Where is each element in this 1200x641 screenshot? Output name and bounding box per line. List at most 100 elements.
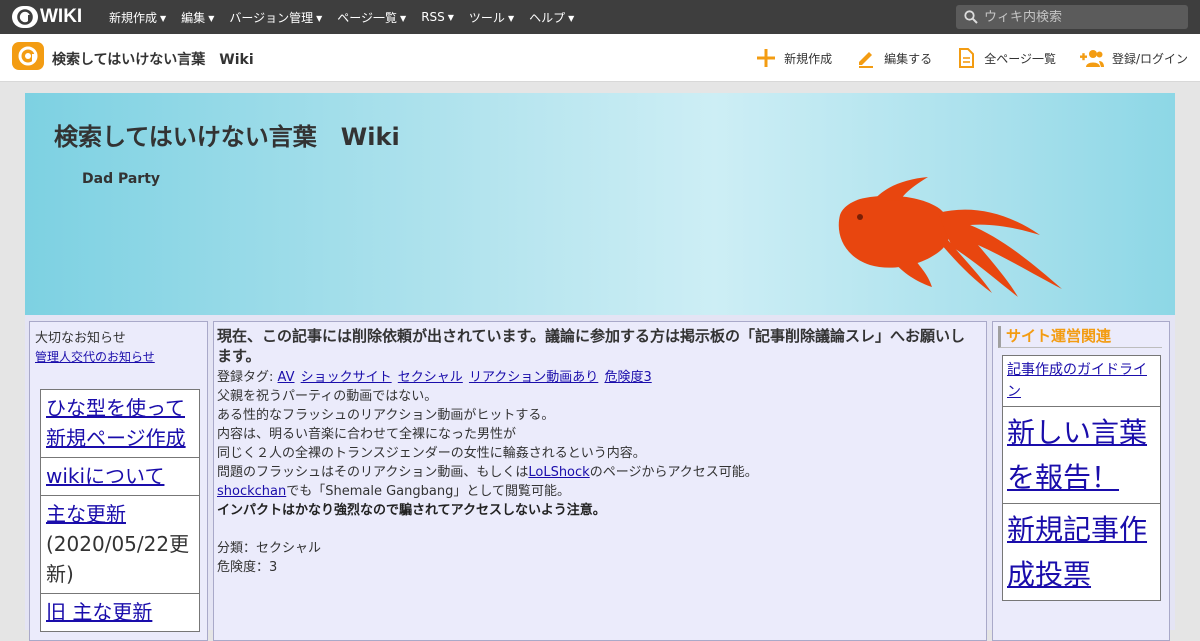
caret-down-icon: ▼ [316, 13, 323, 23]
body-line: shockchanでも「Shemale Gangbang」として閲覧可能。 [217, 482, 986, 501]
left-nav-table: ひな型を使って新規ページ作成 wikiについて 主な更新 (2020/05/22更… [40, 389, 200, 632]
goldfish-illustration [838, 177, 1062, 297]
content-area: 大切なお知らせ 管理人交代のお知らせ ひな型を使って新規ページ作成 wikiにつ… [25, 315, 1175, 641]
search-icon [964, 10, 978, 24]
action-label: 全ページ一覧 [984, 51, 1056, 66]
tags-label: 登録タグ: [217, 370, 274, 385]
all-pages-button[interactable]: 全ページ一覧 [956, 48, 1056, 68]
document-icon [959, 48, 975, 68]
menu-pages[interactable]: ページ一覧 ▼ [337, 9, 406, 26]
right-nav-table: 記事作成のガイドライン 新しい言葉を報告！ 新規記事作成投票 [1002, 355, 1161, 601]
body-text: でも「Shemale Gangbang」として閲覧可能。 [286, 484, 570, 499]
menu-label: ページ一覧 [337, 10, 398, 25]
right-sidebar: サイト運営関連 記事作成のガイドライン 新しい言葉を報告！ 新規記事作成投票 [992, 321, 1170, 641]
tag-link[interactable]: リアクション動画あり [469, 370, 598, 385]
left-sidebar: 大切なお知らせ 管理人交代のお知らせ ひな型を使って新規ページ作成 wikiにつ… [29, 321, 208, 641]
tag-link[interactable]: ショックサイト [301, 370, 392, 385]
pencil-icon [859, 52, 874, 68]
tag-link[interactable]: 危険度3 [604, 370, 651, 385]
menu-rss[interactable]: RSS ▼ [421, 10, 454, 24]
menu-version[interactable]: バージョン管理 ▼ [229, 9, 322, 26]
caret-down-icon: ▼ [447, 13, 454, 22]
about-wiki-link[interactable]: wikiについて [46, 464, 164, 488]
body-line: インパクトはかなり強烈なので騙されてアクセスしないよう注意。 [217, 501, 986, 520]
banner-subtitle: Dad Party [82, 171, 161, 187]
nav-row: 記事作成のガイドライン [1002, 355, 1161, 407]
tag-list: 登録タグ: AV ショックサイト セクシャル リアクション動画あり 危険度3 [217, 368, 986, 387]
body-text: のページからアクセス可能。 [589, 465, 758, 480]
edit-button[interactable]: 編集する [856, 48, 932, 68]
menu-label: バージョン管理 [229, 10, 314, 25]
logo-text: WIKI [40, 6, 83, 27]
caret-down-icon: ▼ [507, 13, 515, 23]
menu-label: RSS [421, 10, 445, 24]
menu-label: 新規作成 [109, 10, 158, 25]
action-label: 新規作成 [784, 51, 833, 66]
update-date: (2020/05/22更新) [46, 532, 190, 586]
body-line: 父親を祝うパーティの動画ではない。 [217, 389, 438, 404]
warning-text: インパクトはかなり強烈なので騙されてアクセスしないよう注意。 [217, 503, 606, 518]
main-updates-link[interactable]: 主な更新 [46, 502, 126, 526]
deletion-request-notice: 現在、この記事には削除依頼が出されています。議論に参加する方は掲示板の「記事削除… [217, 327, 966, 365]
nav-cell: 旧 主な更新 [40, 593, 200, 632]
new-article-vote-link[interactable]: 新規記事作成投票 [1007, 513, 1147, 591]
at-logo-icon [12, 6, 38, 28]
caret-down-icon: ▼ [400, 13, 407, 23]
shockchan-link[interactable]: shockchan [217, 484, 286, 499]
site-logo-icon[interactable] [12, 42, 44, 72]
body-line: 問題のフラッシュはそのリアクション動画、もしくはLoLShockのページからアク… [217, 463, 986, 482]
nav-cell: wikiについて [40, 457, 200, 496]
nav-row: wikiについて [40, 457, 200, 496]
tag-link[interactable]: AV [278, 370, 295, 385]
menu-label: ヘルプ [529, 10, 566, 25]
menu-edit[interactable]: 編集 ▼ [181, 9, 214, 26]
action-label: 登録/ログイン [1111, 51, 1188, 66]
site-operation-heading: サイト運営関連 [998, 326, 1162, 348]
caret-down-icon: ▼ [568, 13, 575, 23]
banner-title[interactable]: 検索してはいけない言葉 Wiki [54, 117, 400, 152]
body-line: 内容は、明るい音楽に合わせて全裸になった男性が [217, 427, 517, 442]
admin-change-notice-link[interactable]: 管理人交代のお知らせ [35, 348, 207, 365]
article-body: 父親を祝うパーティの動画ではない。 ある性的なフラッシュのリアクション動画がヒッ… [217, 387, 986, 577]
body-text: 問題のフラッシュはそのリアクション動画、もしくは [217, 465, 529, 480]
nav-cell: 主な更新 (2020/05/22更新) [40, 495, 200, 594]
top-menu: 新規作成 ▼ 編集 ▼ バージョン管理 ▼ ページ一覧 ▼ RSS ▼ ツール ▼ ヘルプ ▼ [109, 0, 589, 34]
site-banner: 検索してはいけない言葉 Wiki Dad Party [25, 93, 1175, 315]
new-page-button[interactable]: 新規作成 [756, 48, 832, 68]
top-bar: WIKI 新規作成 ▼ 編集 ▼ バージョン管理 ▼ ページ一覧 ▼ RSS ▼ ツール ▼… [0, 0, 1200, 34]
site-header: 検索してはいけない言葉 Wiki 新規作成 編集する 全ページ一覧 登録/ログイ… [0, 34, 1200, 82]
old-updates-link[interactable]: 旧 主な更新 [46, 600, 152, 624]
tag-link[interactable]: セクシャル [398, 370, 463, 385]
nav-cell: ひな型を使って新規ページ作成 [40, 389, 200, 458]
nav-cell: 新規記事作成投票 [1002, 503, 1161, 601]
action-label: 編集する [884, 51, 933, 66]
report-new-word-link[interactable]: 新しい言葉を報告！ [1007, 416, 1147, 494]
menu-help[interactable]: ヘルプ ▼ [529, 9, 574, 26]
site-title[interactable]: 検索してはいけない言葉 Wiki [52, 49, 254, 69]
header-actions: 新規作成 編集する 全ページ一覧 登録/ログイン [732, 34, 1188, 82]
register-login-button[interactable]: 登録/ログイン [1079, 49, 1188, 67]
menu-tools[interactable]: ツール ▼ [469, 9, 514, 26]
nav-row: ひな型を使って新規ページ作成 [40, 389, 200, 458]
caret-down-icon: ▼ [208, 13, 215, 23]
main-article: 現在、この記事には削除依頼が出されています。議論に参加する方は掲示板の「記事削除… [213, 321, 987, 641]
nav-row: 新しい言葉を報告！ [1002, 406, 1161, 504]
menu-label: ツール [468, 10, 505, 25]
search-input[interactable] [984, 9, 1174, 25]
guideline-link[interactable]: 記事作成のガイドライン [1007, 362, 1147, 400]
nav-row: 主な更新 (2020/05/22更新) [40, 495, 200, 594]
plus-icon [757, 49, 776, 67]
danger-level-line: 危険度：3 [217, 560, 278, 575]
category-line: 分類：セクシャル [217, 541, 322, 556]
user-add-icon [1079, 50, 1104, 67]
nav-cell: 記事作成のガイドライン [1002, 355, 1161, 407]
lolshock-link[interactable]: LoLShock [528, 465, 589, 480]
nav-row: 新規記事作成投票 [1002, 503, 1161, 601]
body-line: ある性的なフラッシュのリアクション動画がヒットする。 [217, 408, 555, 423]
important-notice-title: 大切なお知らせ [35, 331, 126, 346]
nav-cell: 新しい言葉を報告！ [1002, 406, 1161, 504]
new-page-template-link[interactable]: ひな型を使って新規ページ作成 [46, 396, 186, 450]
menu-new[interactable]: 新規作成 ▼ [109, 9, 166, 26]
atwiki-logo[interactable]: WIKI [12, 6, 82, 28]
